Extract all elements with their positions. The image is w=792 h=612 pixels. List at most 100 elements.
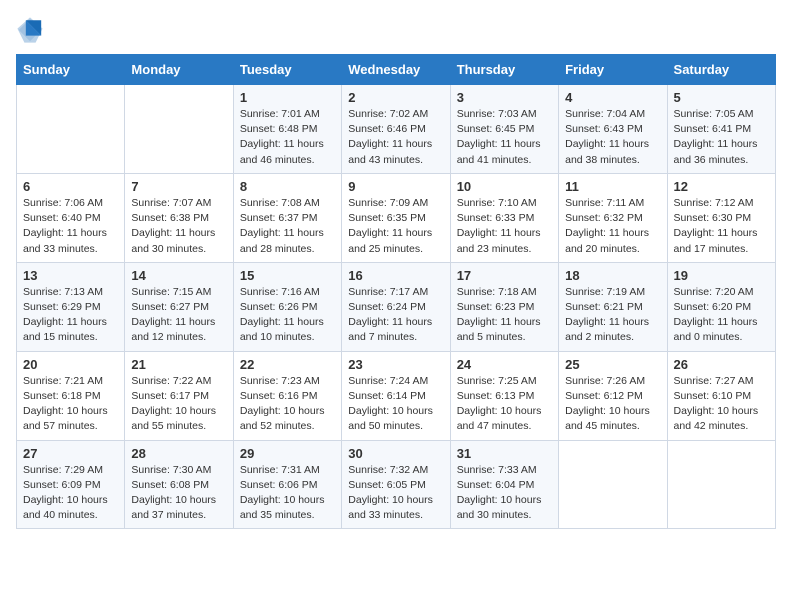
day-info: Sunrise: 7:12 AMSunset: 6:30 PMDaylight:…: [674, 196, 769, 257]
weekday-header-saturday: Saturday: [667, 55, 775, 85]
calendar-cell: 1 Sunrise: 7:01 AMSunset: 6:48 PMDaylight…: [233, 85, 341, 174]
day-number: 31: [457, 446, 552, 461]
day-info: Sunrise: 7:04 AMSunset: 6:43 PMDaylight:…: [565, 107, 660, 168]
day-info: Sunrise: 7:11 AMSunset: 6:32 PMDaylight:…: [565, 196, 660, 257]
day-number: 3: [457, 90, 552, 105]
calendar-cell: 4Sunrise: 7:04 AMSunset: 6:43 PMDaylight…: [559, 85, 667, 174]
day-info: Sunrise: 7:06 AMSunset: 6:40 PMDaylight:…: [23, 196, 118, 257]
calendar-cell: 8 Sunrise: 7:08 AMSunset: 6:37 PMDaylight…: [233, 173, 341, 262]
calendar-cell: [17, 85, 125, 174]
weekday-header-wednesday: Wednesday: [342, 55, 450, 85]
weekday-header-monday: Monday: [125, 55, 233, 85]
calendar-cell: [559, 440, 667, 529]
calendar-cell: 19Sunrise: 7:20 AMSunset: 6:20 PMDayligh…: [667, 262, 775, 351]
day-info: Sunrise: 7:23 AMSunset: 6:16 PMDaylight:…: [240, 374, 335, 435]
day-info: Sunrise: 7:25 AMSunset: 6:13 PMDaylight:…: [457, 374, 552, 435]
day-info: Sunrise: 7:24 AMSunset: 6:14 PMDaylight:…: [348, 374, 443, 435]
calendar-cell: 26 Sunrise: 7:27 AMSunset: 6:10 PMDayligh…: [667, 351, 775, 440]
calendar-header: SundayMondayTuesdayWednesdayThursdayFrid…: [17, 55, 776, 85]
day-number: 18: [565, 268, 660, 283]
day-info: Sunrise: 7:26 AMSunset: 6:12 PMDaylight:…: [565, 374, 660, 435]
calendar-cell: 18 Sunrise: 7:19 AMSunset: 6:21 PMDayligh…: [559, 262, 667, 351]
calendar-cell: 9Sunrise: 7:09 AMSunset: 6:35 PMDaylight…: [342, 173, 450, 262]
calendar-cell: 5 Sunrise: 7:05 AMSunset: 6:41 PMDaylight…: [667, 85, 775, 174]
day-number: 26: [674, 357, 769, 372]
day-info: Sunrise: 7:31 AMSunset: 6:06 PMDaylight:…: [240, 463, 335, 524]
calendar-cell: 16 Sunrise: 7:17 AMSunset: 6:24 PMDayligh…: [342, 262, 450, 351]
calendar-cell: 21 Sunrise: 7:22 AMSunset: 6:17 PMDayligh…: [125, 351, 233, 440]
weekday-header-row: SundayMondayTuesdayWednesdayThursdayFrid…: [17, 55, 776, 85]
calendar-week-row: 13 Sunrise: 7:13 AMSunset: 6:29 PMDayligh…: [17, 262, 776, 351]
calendar-cell: 12 Sunrise: 7:12 AMSunset: 6:30 PMDayligh…: [667, 173, 775, 262]
day-number: 9: [348, 179, 443, 194]
calendar-cell: 27 Sunrise: 7:29 AMSunset: 6:09 PMDayligh…: [17, 440, 125, 529]
day-info: Sunrise: 7:21 AMSunset: 6:18 PMDaylight:…: [23, 374, 118, 435]
calendar-cell: 30 Sunrise: 7:32 AMSunset: 6:05 PMDayligh…: [342, 440, 450, 529]
calendar-table: SundayMondayTuesdayWednesdayThursdayFrid…: [16, 54, 776, 529]
calendar-cell: 22Sunrise: 7:23 AMSunset: 6:16 PMDayligh…: [233, 351, 341, 440]
day-number: 29: [240, 446, 335, 461]
calendar-cell: 3 Sunrise: 7:03 AMSunset: 6:45 PMDaylight…: [450, 85, 558, 174]
day-number: 12: [674, 179, 769, 194]
day-info: Sunrise: 7:32 AMSunset: 6:05 PMDaylight:…: [348, 463, 443, 524]
day-number: 21: [131, 357, 226, 372]
day-number: 28: [131, 446, 226, 461]
day-info: Sunrise: 7:22 AMSunset: 6:17 PMDaylight:…: [131, 374, 226, 435]
calendar-week-row: 20Sunrise: 7:21 AMSunset: 6:18 PMDayligh…: [17, 351, 776, 440]
day-number: 6: [23, 179, 118, 194]
day-info: Sunrise: 7:02 AMSunset: 6:46 PMDaylight:…: [348, 107, 443, 168]
day-info: Sunrise: 7:01 AMSunset: 6:48 PMDaylight:…: [240, 107, 335, 168]
day-number: 16: [348, 268, 443, 283]
day-info: Sunrise: 7:27 AMSunset: 6:10 PMDaylight:…: [674, 374, 769, 435]
page-header: [16, 16, 776, 44]
day-number: 19: [674, 268, 769, 283]
calendar-week-row: 6 Sunrise: 7:06 AMSunset: 6:40 PMDaylight…: [17, 173, 776, 262]
day-info: Sunrise: 7:05 AMSunset: 6:41 PMDaylight:…: [674, 107, 769, 168]
calendar-cell: 10 Sunrise: 7:10 AMSunset: 6:33 PMDayligh…: [450, 173, 558, 262]
weekday-header-thursday: Thursday: [450, 55, 558, 85]
weekday-header-sunday: Sunday: [17, 55, 125, 85]
calendar-cell: [667, 440, 775, 529]
calendar-cell: 23Sunrise: 7:24 AMSunset: 6:14 PMDayligh…: [342, 351, 450, 440]
day-info: Sunrise: 7:08 AMSunset: 6:37 PMDaylight:…: [240, 196, 335, 257]
day-number: 2: [348, 90, 443, 105]
day-info: Sunrise: 7:18 AMSunset: 6:23 PMDaylight:…: [457, 285, 552, 346]
calendar-body: 1 Sunrise: 7:01 AMSunset: 6:48 PMDaylight…: [17, 85, 776, 529]
day-number: 8: [240, 179, 335, 194]
day-number: 1: [240, 90, 335, 105]
day-info: Sunrise: 7:10 AMSunset: 6:33 PMDaylight:…: [457, 196, 552, 257]
calendar-cell: 2 Sunrise: 7:02 AMSunset: 6:46 PMDaylight…: [342, 85, 450, 174]
weekday-header-friday: Friday: [559, 55, 667, 85]
calendar-cell: 29 Sunrise: 7:31 AMSunset: 6:06 PMDayligh…: [233, 440, 341, 529]
day-number: 17: [457, 268, 552, 283]
day-info: Sunrise: 7:15 AMSunset: 6:27 PMDaylight:…: [131, 285, 226, 346]
day-info: Sunrise: 7:29 AMSunset: 6:09 PMDaylight:…: [23, 463, 118, 524]
day-number: 25: [565, 357, 660, 372]
logo: [16, 16, 48, 44]
day-info: Sunrise: 7:03 AMSunset: 6:45 PMDaylight:…: [457, 107, 552, 168]
calendar-cell: 17 Sunrise: 7:18 AMSunset: 6:23 PMDayligh…: [450, 262, 558, 351]
day-info: Sunrise: 7:33 AMSunset: 6:04 PMDaylight:…: [457, 463, 552, 524]
day-info: Sunrise: 7:13 AMSunset: 6:29 PMDaylight:…: [23, 285, 118, 346]
calendar-cell: 31 Sunrise: 7:33 AMSunset: 6:04 PMDayligh…: [450, 440, 558, 529]
calendar-cell: 6 Sunrise: 7:06 AMSunset: 6:40 PMDaylight…: [17, 173, 125, 262]
calendar-cell: 20Sunrise: 7:21 AMSunset: 6:18 PMDayligh…: [17, 351, 125, 440]
weekday-header-tuesday: Tuesday: [233, 55, 341, 85]
day-number: 30: [348, 446, 443, 461]
day-number: 5: [674, 90, 769, 105]
day-info: Sunrise: 7:19 AMSunset: 6:21 PMDaylight:…: [565, 285, 660, 346]
day-info: Sunrise: 7:17 AMSunset: 6:24 PMDaylight:…: [348, 285, 443, 346]
calendar-week-row: 27 Sunrise: 7:29 AMSunset: 6:09 PMDayligh…: [17, 440, 776, 529]
calendar-cell: 14 Sunrise: 7:15 AMSunset: 6:27 PMDayligh…: [125, 262, 233, 351]
calendar-cell: [125, 85, 233, 174]
day-number: 13: [23, 268, 118, 283]
day-number: 10: [457, 179, 552, 194]
day-info: Sunrise: 7:07 AMSunset: 6:38 PMDaylight:…: [131, 196, 226, 257]
day-number: 27: [23, 446, 118, 461]
calendar-cell: 24 Sunrise: 7:25 AMSunset: 6:13 PMDayligh…: [450, 351, 558, 440]
calendar-cell: 11Sunrise: 7:11 AMSunset: 6:32 PMDayligh…: [559, 173, 667, 262]
day-number: 24: [457, 357, 552, 372]
day-number: 14: [131, 268, 226, 283]
calendar-cell: 28 Sunrise: 7:30 AMSunset: 6:08 PMDayligh…: [125, 440, 233, 529]
day-info: Sunrise: 7:30 AMSunset: 6:08 PMDaylight:…: [131, 463, 226, 524]
